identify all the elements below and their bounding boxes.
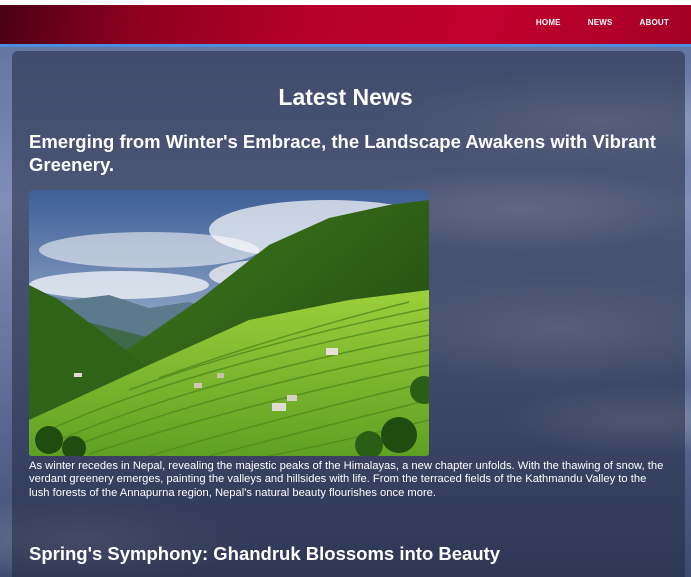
page-title: Latest News [278, 84, 413, 110]
nav-home-link[interactable]: HOME [536, 18, 561, 27]
main-nav: HOME NEWS ABOUT [536, 18, 669, 27]
nav-news-link[interactable]: NEWS [588, 18, 613, 27]
nav-about-link[interactable]: ABOUT [640, 18, 669, 27]
article-image [29, 190, 429, 456]
article-title-2: Spring's Symphony: Ghandruk Blossoms int… [29, 543, 501, 564]
top-navbar: HOME NEWS ABOUT [0, 0, 691, 47]
article-title: Emerging from Winter's Embrace, the Land… [29, 131, 656, 175]
article-body: As winter recedes in Nepal, revealing th… [29, 460, 664, 499]
top-strip [0, 0, 691, 5]
